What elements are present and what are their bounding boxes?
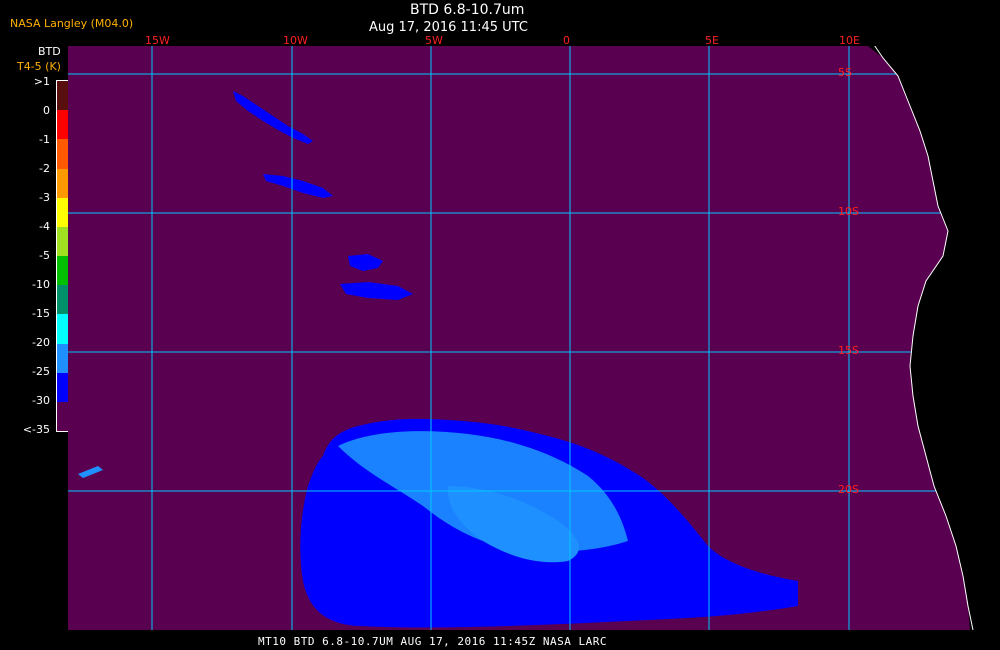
lon-label: 15W	[145, 34, 170, 47]
legend-label: -15	[32, 307, 50, 320]
legend-label: -30	[32, 394, 50, 407]
lon-label: 10W	[283, 34, 308, 47]
legend-label: -5	[39, 249, 50, 262]
legend-units: T4-5 (K)	[17, 60, 61, 73]
legend-label: >1	[33, 75, 50, 88]
legend-label: -3	[39, 191, 50, 204]
lon-label: 10E	[839, 34, 860, 47]
legend-label: -20	[32, 336, 50, 349]
legend-label: -1	[39, 133, 50, 146]
legend-title: BTD	[38, 45, 61, 58]
datetime-label: Aug 17, 2016 11:45 UTC	[369, 20, 528, 35]
producer-label: NASA Langley (M04.0)	[10, 17, 134, 30]
legend-label: -25	[32, 365, 50, 378]
lat-label-10s: 10S	[838, 205, 859, 218]
footer-caption: MT10 BTD 6.8-10.7UM AUG 17, 2016 11:45Z …	[258, 635, 608, 648]
satellite-map: 5S 10S 15S 20S	[68, 46, 988, 630]
lon-label: 5W	[425, 34, 443, 47]
lon-label: 5E	[705, 34, 719, 47]
legend-label: <-35	[22, 423, 50, 436]
lon-label: 0	[563, 34, 570, 47]
product-title: BTD 6.8-10.7um	[410, 2, 525, 18]
lat-label-5s: 5S	[838, 66, 852, 79]
legend-label: 0	[43, 104, 50, 117]
lat-label-20s: 20S	[838, 483, 859, 496]
legend-label: -2	[39, 162, 50, 175]
legend-label: -4	[39, 220, 50, 233]
lat-label-15s: 15S	[838, 344, 859, 357]
legend-label: -10	[32, 278, 50, 291]
